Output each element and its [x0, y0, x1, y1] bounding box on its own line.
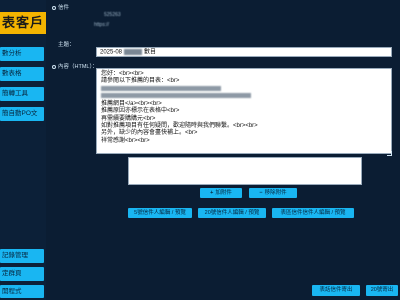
recipient-label: 信件: [52, 3, 69, 11]
subject-value-suffix: 數目: [144, 49, 157, 56]
radio-icon: [52, 64, 56, 69]
sidebar-item-records[interactable]: 記錄管理: [0, 249, 44, 263]
content-line: 另外，缺少的內容會盡快補上。<br>: [101, 130, 198, 137]
remove-attachment-button[interactable]: − 移除附件: [249, 188, 297, 198]
content-line: 請參閱以下推薦的目表：<br>: [101, 78, 180, 85]
content-line: 推薦原因亦標示在表格中<br>: [101, 108, 180, 115]
content-textarea[interactable]: 您好：<br><br> 請參閱以下推薦的目表：<br> 推薦網目</a><br>…: [96, 68, 392, 154]
template-5-edit-button[interactable]: 5號信件人編輯 / 預覽: [128, 208, 192, 218]
resize-handle-icon[interactable]: [387, 151, 392, 156]
recipient-link[interactable]: https://: [94, 22, 109, 28]
content-line: 再需續要購購元<br>: [101, 115, 156, 122]
plus-icon: +: [210, 190, 214, 196]
subject-label: 主題：: [58, 42, 75, 48]
send-button-1[interactable]: 表話信件寄出: [312, 285, 360, 296]
radio-icon: [52, 5, 56, 10]
send-button-20[interactable]: 20號寄出: [366, 285, 398, 296]
content-label: 內容（HTML）：: [52, 62, 98, 70]
sidebar-item-autopost[interactable]: 簡自動PO文: [0, 107, 44, 121]
attachment-list[interactable]: [128, 157, 362, 185]
add-attachment-button[interactable]: + 加附件: [200, 188, 242, 198]
redacted-block: [101, 93, 251, 99]
logo-text-prefix: 表客: [1, 15, 30, 30]
logo-text: 戶: [30, 15, 45, 30]
sidebar-item-open-program[interactable]: 開程式: [0, 285, 44, 298]
sidebar-item-table[interactable]: 數表格: [0, 67, 44, 81]
subject-input[interactable]: 2025-08 數目: [96, 47, 392, 57]
sidebar: 表客戶 數分析 數表格 簡轉工具 簡自動PO文 記錄管理 定群頁 開程式: [0, 0, 46, 300]
sidebar-item-analysis[interactable]: 數分析: [0, 47, 44, 61]
template-20-edit-button[interactable]: 20號信件人編輯 / 預覽: [198, 208, 266, 218]
email-editor: 信件 525263 https:// 主題： 2025-08 數目 內容（HTML…: [46, 0, 400, 300]
minus-icon: −: [259, 190, 263, 196]
sidebar-item-tools[interactable]: 簡轉工具: [0, 87, 44, 101]
app-logo: 表客戶: [0, 12, 46, 34]
content-line-redacted: [101, 85, 387, 93]
redacted-block: [124, 49, 143, 55]
content-line-redacted: [101, 93, 387, 100]
redacted-block: [101, 85, 221, 91]
subject-value-prefix: 2025-08: [100, 49, 123, 56]
recipient-id: 525263: [104, 12, 121, 18]
content-line: 祥常感謝<br><br>: [101, 137, 150, 144]
template-area-edit-button[interactable]: 表區信件信件人編輯 / 預覽: [272, 208, 354, 218]
sidebar-item-groups[interactable]: 定群頁: [0, 267, 44, 281]
